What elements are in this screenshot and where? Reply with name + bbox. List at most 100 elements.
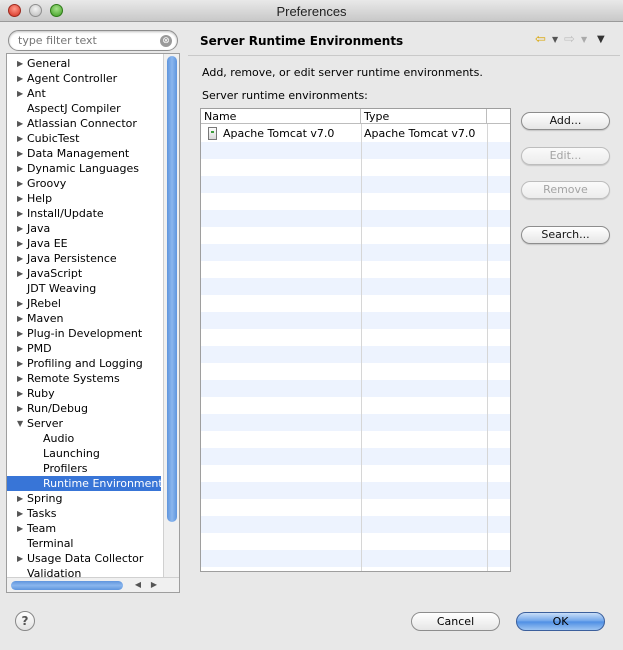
tree-item[interactable]: ▶ Profiling and Logging bbox=[7, 356, 161, 371]
tree-item[interactable]: ▶ Java EE bbox=[7, 236, 161, 251]
collapsed-chevron-icon[interactable]: ▶ bbox=[17, 356, 27, 371]
tree-item[interactable]: Launching bbox=[7, 446, 161, 461]
tree-item[interactable]: ▶ General bbox=[7, 56, 161, 71]
tree-item[interactable]: ▶ JavaScript bbox=[7, 266, 161, 281]
collapsed-chevron-icon[interactable]: ▶ bbox=[17, 491, 27, 506]
tree-item[interactable]: ▶ Ant bbox=[7, 86, 161, 101]
tree-item[interactable]: ▼ Server bbox=[7, 416, 161, 431]
column-header-type[interactable]: Type bbox=[361, 109, 487, 124]
tree-item-label: JDT Weaving bbox=[27, 282, 97, 295]
collapsed-chevron-icon[interactable]: ▶ bbox=[17, 521, 27, 536]
help-icon[interactable]: ? bbox=[15, 611, 35, 631]
preference-page: Server Runtime Environments ⇦ ▼ ⇨ ▼ ▼ Ad… bbox=[188, 28, 620, 598]
collapsed-chevron-icon[interactable]: ▶ bbox=[17, 176, 27, 191]
filter-input[interactable] bbox=[18, 34, 158, 47]
tree-item[interactable]: Terminal bbox=[7, 536, 161, 551]
tree-horizontal-scroll-thumb[interactable] bbox=[11, 581, 123, 590]
panel-divider[interactable] bbox=[182, 28, 186, 598]
scroll-right-icon[interactable]: ▶ bbox=[147, 579, 161, 591]
tree-item[interactable]: ▶ Remote Systems bbox=[7, 371, 161, 386]
table-label: Server runtime environments: bbox=[202, 89, 368, 102]
collapsed-chevron-icon[interactable]: ▶ bbox=[17, 71, 27, 86]
tree-item-label: Atlassian Connector bbox=[27, 117, 137, 130]
table-row[interactable]: Apache Tomcat v7.0 Apache Tomcat v7.0 bbox=[201, 125, 510, 142]
tree-item[interactable]: ▶ Run/Debug bbox=[7, 401, 161, 416]
collapsed-chevron-icon[interactable]: ▶ bbox=[17, 506, 27, 521]
preferences-navigation: ⊗ ▶General▶Agent Controller▶AntAspectJ C… bbox=[6, 28, 180, 598]
tree-item-label: Profilers bbox=[43, 462, 88, 475]
tree-item[interactable]: ▶ Maven bbox=[7, 311, 161, 326]
tree-item[interactable]: ▶ Help bbox=[7, 191, 161, 206]
tree-item[interactable]: ▶ Atlassian Connector bbox=[7, 116, 161, 131]
tree-item[interactable]: ▶ Install/Update bbox=[7, 206, 161, 221]
tree-item-label: Server bbox=[27, 417, 64, 430]
tree-item[interactable]: ▶ Agent Controller bbox=[7, 71, 161, 86]
view-menu-icon[interactable]: ▼ bbox=[597, 34, 605, 45]
scroll-left-icon[interactable]: ◀ bbox=[131, 579, 145, 591]
tree-item[interactable]: JDT Weaving bbox=[7, 281, 161, 296]
tree-item[interactable]: ▶ CubicTest bbox=[7, 131, 161, 146]
collapsed-chevron-icon[interactable]: ▶ bbox=[17, 326, 27, 341]
remove-button[interactable]: Remove bbox=[521, 181, 610, 199]
collapsed-chevron-icon[interactable]: ▶ bbox=[17, 266, 27, 281]
collapsed-chevron-icon[interactable]: ▶ bbox=[17, 311, 27, 326]
table-row bbox=[201, 193, 510, 210]
collapsed-chevron-icon[interactable]: ▶ bbox=[17, 146, 27, 161]
collapsed-chevron-icon[interactable]: ▶ bbox=[17, 251, 27, 266]
tree-item[interactable]: ▶ Plug-in Development bbox=[7, 326, 161, 341]
tree-vertical-scrollbar[interactable] bbox=[163, 54, 179, 578]
tree-item[interactable]: ▶ Java Persistence bbox=[7, 251, 161, 266]
search-button[interactable]: Search... bbox=[521, 226, 610, 244]
collapsed-chevron-icon[interactable]: ▶ bbox=[17, 56, 27, 71]
add-button[interactable]: Add... bbox=[521, 112, 610, 130]
table-row bbox=[201, 142, 510, 159]
tree-item[interactable]: ▶ JRebel bbox=[7, 296, 161, 311]
tree-horizontal-scrollbar[interactable]: ◀ ▶ bbox=[7, 577, 179, 592]
collapsed-chevron-icon[interactable]: ▶ bbox=[17, 296, 27, 311]
tree-item[interactable]: Profilers bbox=[7, 461, 161, 476]
tree-item[interactable]: ▶ Spring bbox=[7, 491, 161, 506]
tree-item[interactable]: ▶ Team bbox=[7, 521, 161, 536]
table-row bbox=[201, 227, 510, 244]
clear-filter-icon[interactable]: ⊗ bbox=[160, 35, 172, 47]
tree-item[interactable]: ▶ Groovy bbox=[7, 176, 161, 191]
tree-item[interactable]: ▶ Data Management bbox=[7, 146, 161, 161]
tree-vertical-scroll-thumb[interactable] bbox=[167, 56, 177, 522]
back-history-chevron-icon[interactable]: ▼ bbox=[552, 35, 558, 44]
collapsed-chevron-icon[interactable]: ▶ bbox=[17, 341, 27, 356]
tree-item[interactable]: ▶ Ruby bbox=[7, 386, 161, 401]
collapsed-chevron-icon[interactable]: ▶ bbox=[17, 236, 27, 251]
tree-item-label: Maven bbox=[27, 312, 64, 325]
back-arrow-icon[interactable]: ⇦ bbox=[535, 33, 551, 47]
tree-item[interactable]: Audio bbox=[7, 431, 161, 446]
collapsed-chevron-icon[interactable]: ▶ bbox=[17, 386, 27, 401]
filter-field[interactable]: ⊗ bbox=[8, 30, 178, 51]
tree-item[interactable]: ▶ Usage Data Collector bbox=[7, 551, 161, 566]
collapsed-chevron-icon[interactable]: ▶ bbox=[17, 116, 27, 131]
collapsed-chevron-icon[interactable]: ▶ bbox=[17, 161, 27, 176]
tree-item[interactable]: ▶ Tasks bbox=[7, 506, 161, 521]
table-row bbox=[201, 499, 510, 516]
forward-history-chevron-icon[interactable]: ▼ bbox=[581, 35, 587, 44]
tree-item[interactable]: ▶ PMD bbox=[7, 341, 161, 356]
tree-item[interactable]: Runtime Environments bbox=[7, 476, 161, 491]
forward-arrow-icon[interactable]: ⇨ bbox=[564, 33, 575, 47]
tree-item[interactable]: ▶ Dynamic Languages bbox=[7, 161, 161, 176]
expanded-chevron-icon[interactable]: ▼ bbox=[17, 416, 27, 431]
tree-item[interactable]: ▶ Java bbox=[7, 221, 161, 236]
collapsed-chevron-icon[interactable]: ▶ bbox=[17, 191, 27, 206]
edit-button[interactable]: Edit... bbox=[521, 147, 610, 165]
ok-button[interactable]: OK bbox=[516, 612, 605, 631]
column-header-name[interactable]: Name bbox=[201, 109, 361, 124]
cancel-button[interactable]: Cancel bbox=[411, 612, 500, 631]
collapsed-chevron-icon[interactable]: ▶ bbox=[17, 221, 27, 236]
collapsed-chevron-icon[interactable]: ▶ bbox=[17, 86, 27, 101]
collapsed-chevron-icon[interactable]: ▶ bbox=[17, 551, 27, 566]
collapsed-chevron-icon[interactable]: ▶ bbox=[17, 206, 27, 221]
collapsed-chevron-icon[interactable]: ▶ bbox=[17, 371, 27, 386]
collapsed-chevron-icon[interactable]: ▶ bbox=[17, 131, 27, 146]
collapsed-chevron-icon[interactable]: ▶ bbox=[17, 401, 27, 416]
tree-item[interactable]: AspectJ Compiler bbox=[7, 101, 161, 116]
tree-item-label: Agent Controller bbox=[27, 72, 118, 85]
tree-item-label: Remote Systems bbox=[27, 372, 120, 385]
